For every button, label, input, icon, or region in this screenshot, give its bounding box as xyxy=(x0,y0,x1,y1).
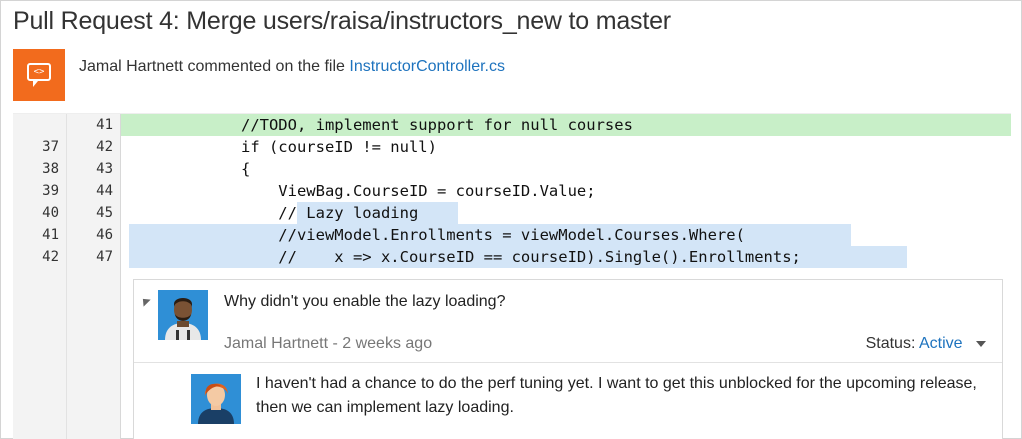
activity-author: Jamal Hartnett xyxy=(79,58,184,75)
code-comment-icon: <> xyxy=(13,49,65,101)
collapse-caret-icon[interactable] xyxy=(139,295,151,307)
code-text: { xyxy=(129,160,251,178)
old-line-number: 38 xyxy=(42,161,59,177)
code-text: // x => x.CourseID == courseID).Single()… xyxy=(129,248,801,266)
old-line-number: 37 xyxy=(42,139,59,155)
new-line-number: 44 xyxy=(96,183,113,199)
person-avatar-icon xyxy=(158,290,208,340)
file-link[interactable]: InstructorController.cs xyxy=(349,58,505,75)
code-line[interactable]: 42 47 // x => x.CourseID == courseID).Si… xyxy=(13,246,1011,268)
divider xyxy=(134,362,1002,363)
new-line-number: 46 xyxy=(96,227,113,243)
comment-text: Why didn't you enable the lazy loading? xyxy=(224,293,506,310)
pull-request-view: Pull Request 4: Merge users/raisa/instru… xyxy=(0,0,1022,439)
reply-text: I haven't had a chance to do the perf tu… xyxy=(256,375,977,416)
code-text: if (courseID != null) xyxy=(129,138,437,156)
code-line[interactable]: 37 42 if (courseID != null) xyxy=(13,136,1011,158)
status-label: Status: xyxy=(865,335,916,352)
code-text: ViewBag.CourseID = courseID.Value; xyxy=(129,182,596,200)
new-line-number: 41 xyxy=(96,117,113,133)
code-line[interactable]: 41 //TODO, implement support for null co… xyxy=(13,114,1011,136)
code-line[interactable]: 38 43 { xyxy=(13,158,1011,180)
code-text: //viewModel.Enrollments = viewModel.Cour… xyxy=(129,226,745,244)
code-text: //TODO, implement support for null cours… xyxy=(129,116,633,134)
new-line-number: 43 xyxy=(96,161,113,177)
comment-thread: Why didn't you enable the lazy loading? … xyxy=(133,279,1003,439)
activity-header: <> Jamal Hartnett commented on the file … xyxy=(13,49,1003,101)
code-line[interactable]: 40 45 // Lazy loading xyxy=(13,202,1011,224)
activity-text: Jamal Hartnett commented on the file Ins… xyxy=(79,58,505,76)
old-line-number: 40 xyxy=(42,205,59,221)
new-line-number: 42 xyxy=(96,139,113,155)
code-line[interactable]: 39 44 ViewBag.CourseID = courseID.Value; xyxy=(13,180,1011,202)
code-line[interactable]: 41 46 //viewModel.Enrollments = viewMode… xyxy=(13,224,1011,246)
chevron-down-icon[interactable] xyxy=(976,340,986,347)
status-control[interactable]: Status: Active xyxy=(866,335,986,353)
new-line-number: 47 xyxy=(96,249,113,265)
old-line-number: 42 xyxy=(42,249,59,265)
avatar xyxy=(191,374,241,424)
code-text: // Lazy loading xyxy=(129,204,419,222)
old-line-number: 41 xyxy=(42,227,59,243)
avatar xyxy=(158,290,208,340)
page-title: Pull Request 4: Merge users/raisa/instru… xyxy=(13,7,671,35)
status-value[interactable]: Active xyxy=(919,335,963,352)
activity-action: commented on the file xyxy=(187,58,345,75)
old-line-number: 39 xyxy=(42,183,59,199)
person-avatar-icon xyxy=(191,374,241,424)
comment-meta: Jamal Hartnett - 2 weeks ago xyxy=(224,335,433,352)
new-line-number: 45 xyxy=(96,205,113,221)
